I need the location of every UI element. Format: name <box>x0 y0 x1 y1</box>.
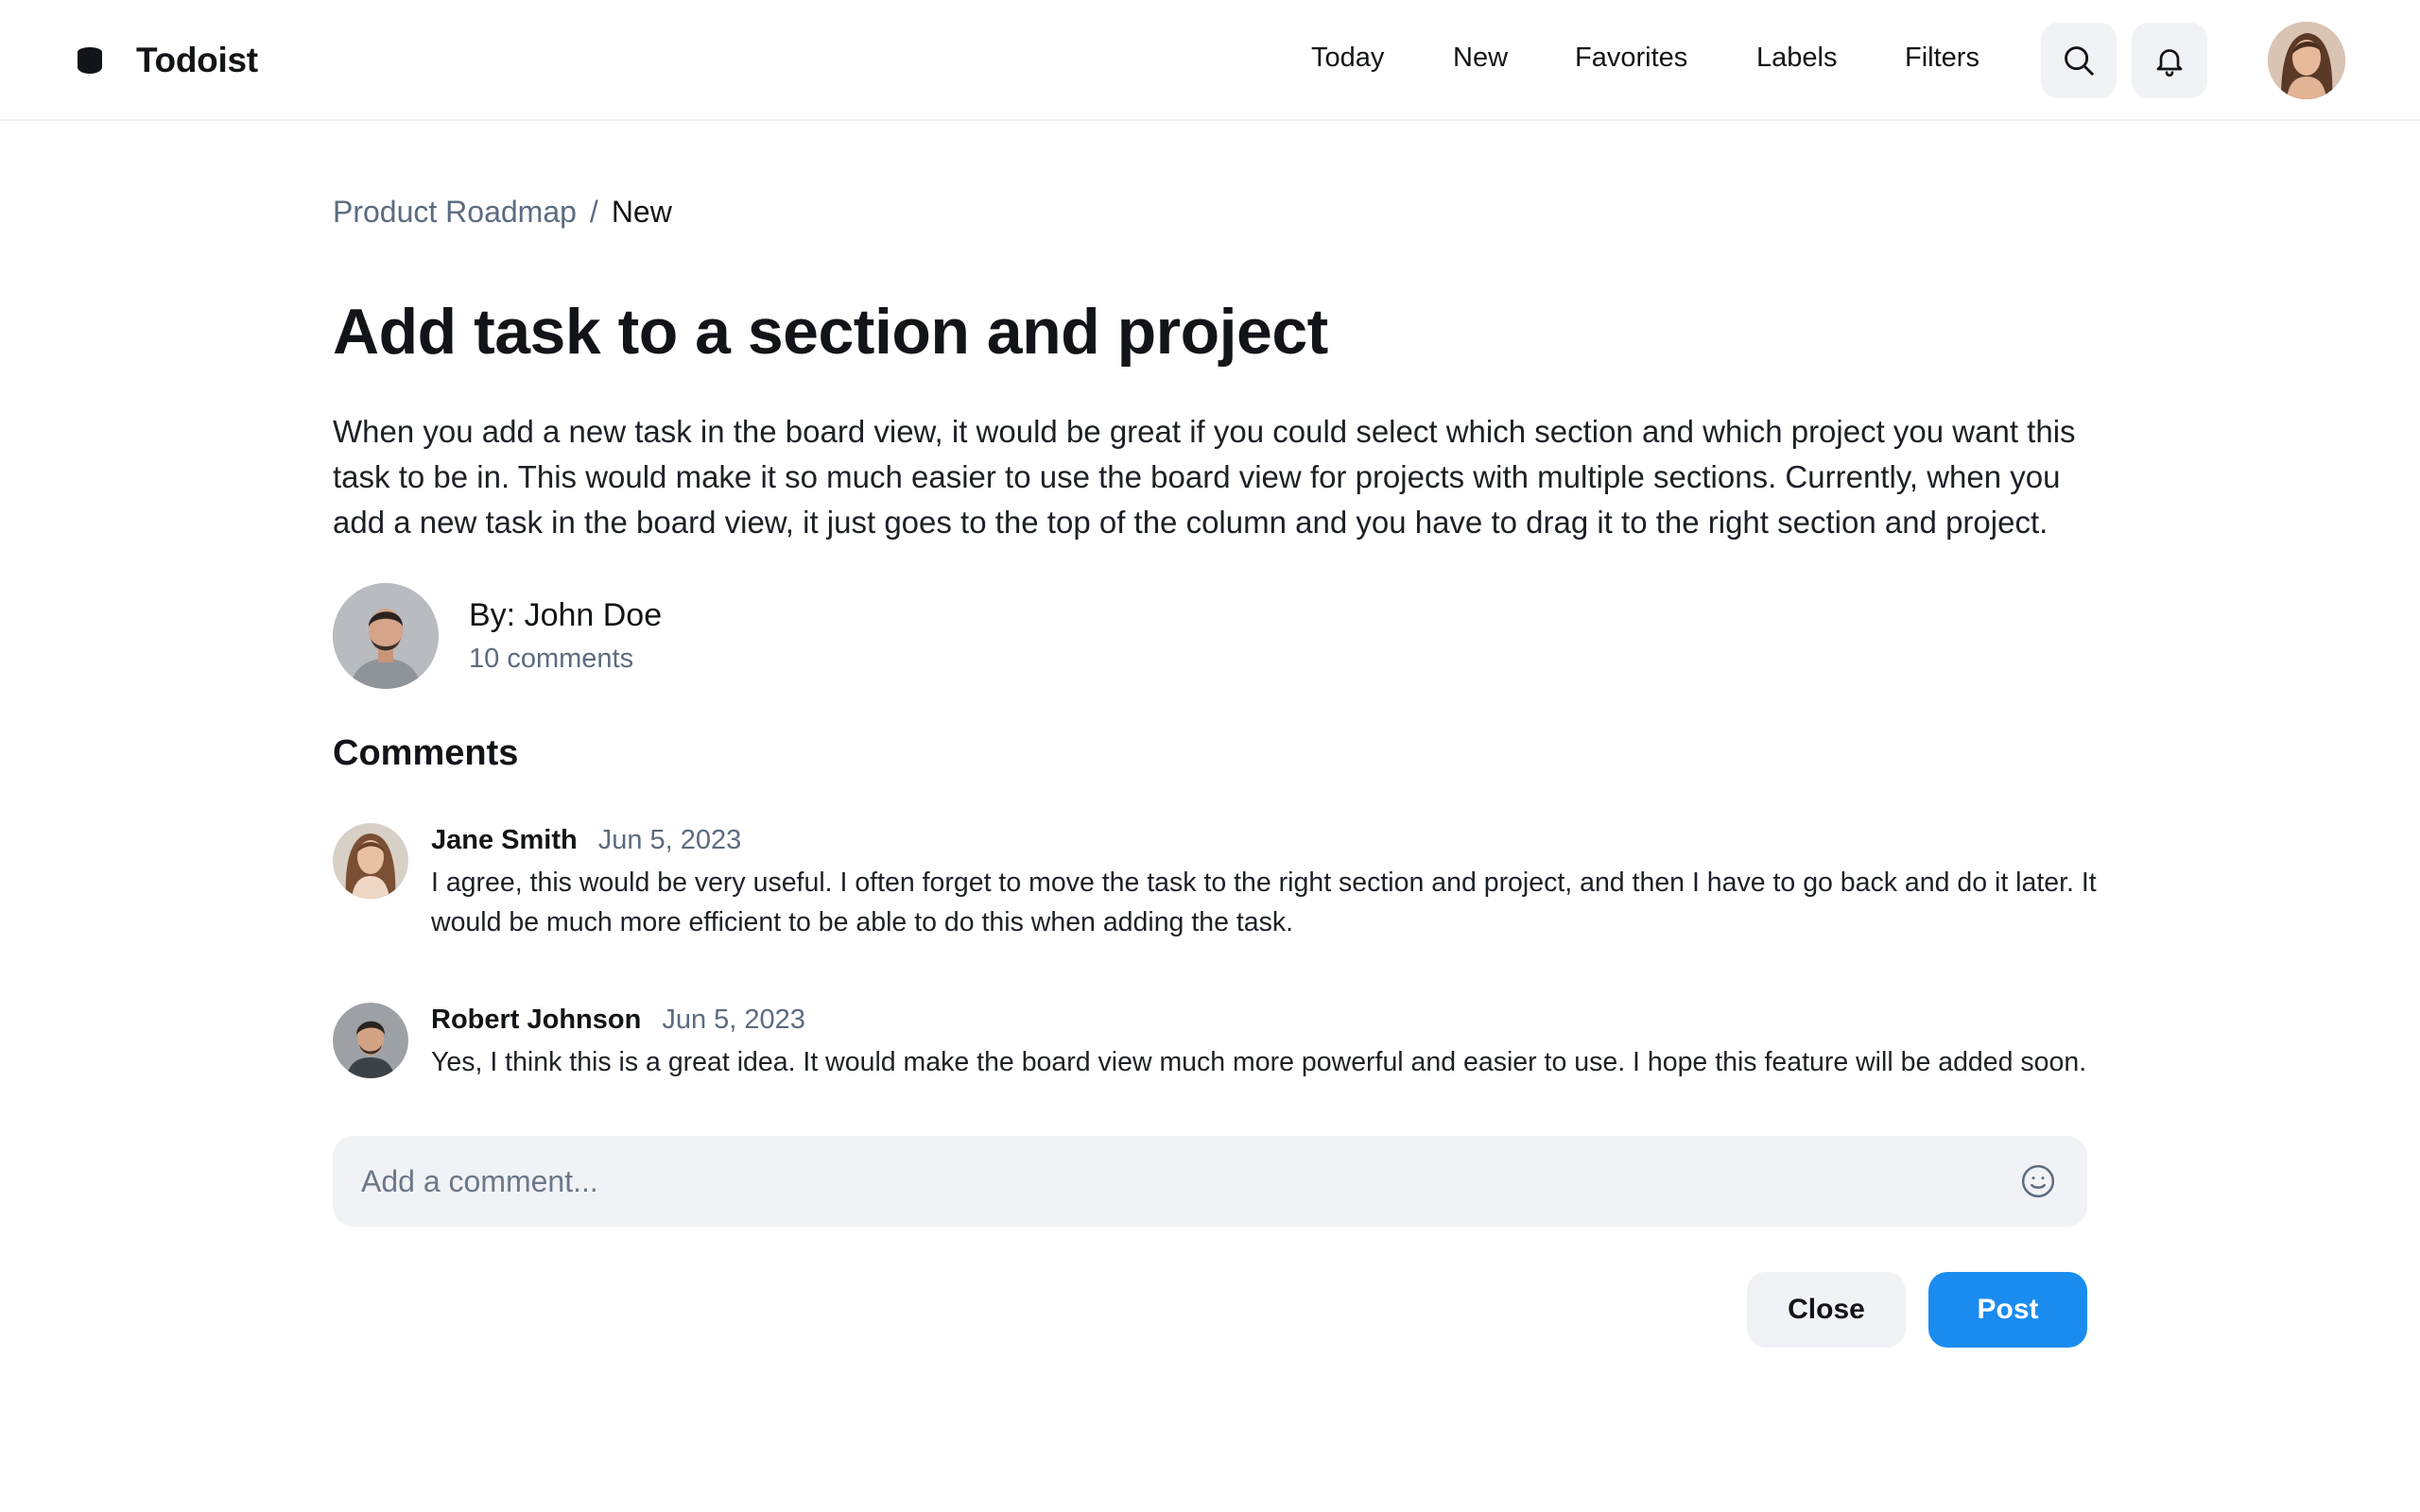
nav-item-labels[interactable]: Labels <box>1756 43 1837 74</box>
database-cylinder-icon <box>78 47 102 74</box>
breadcrumb-parent-link[interactable]: Product Roadmap <box>333 195 577 229</box>
comments-heading: Comments <box>333 733 519 773</box>
emoji-button[interactable] <box>2019 1162 2057 1200</box>
comment-date: Jun 5, 2023 <box>662 1005 805 1035</box>
nav-item-today[interactable]: Today <box>1311 43 1384 74</box>
notifications-button[interactable] <box>2132 23 2207 98</box>
search-button[interactable] <box>2041 23 2117 98</box>
smiley-icon <box>2021 1164 2055 1198</box>
post-button[interactable]: Post <box>1928 1272 2087 1348</box>
comment-text: Yes, I think this is a great idea. It wo… <box>431 1047 2087 1077</box>
breadcrumb-current: New <box>611 195 672 229</box>
post-description: When you add a new task in the board vie… <box>333 414 2076 540</box>
commenter-avatar[interactable] <box>333 1003 408 1078</box>
comment-date: Jun 5, 2023 <box>597 825 742 855</box>
comment-composer <box>333 1136 2087 1227</box>
top-navbar: Todoist Today New Favorites Labels Filte… <box>0 0 2420 121</box>
author-name[interactable]: By: John Doe <box>469 597 662 634</box>
brand[interactable]: Todoist <box>78 0 258 121</box>
nav-item-filters[interactable]: Filters <box>1905 43 1979 74</box>
comment-count[interactable]: 10 comments <box>469 644 633 675</box>
app-name: Todoist <box>136 41 258 79</box>
nav-item-new[interactable]: New <box>1453 43 1508 74</box>
commenter-avatar[interactable] <box>333 823 408 899</box>
comment-author[interactable]: Robert Johnson <box>431 1005 641 1035</box>
breadcrumb-separator: / <box>589 195 598 229</box>
breadcrumb: Product Roadmap / New <box>333 195 672 230</box>
nav-item-favorites[interactable]: Favorites <box>1575 43 1687 74</box>
user-avatar[interactable] <box>2268 22 2345 99</box>
page-title: Add task to a section and project <box>333 296 1328 368</box>
bell-icon <box>2156 49 2183 77</box>
comment-author[interactable]: Jane Smith <box>431 825 578 855</box>
comment-text: I agree, this would be very useful. I of… <box>431 868 2097 937</box>
close-button[interactable]: Close <box>1747 1272 1906 1348</box>
search-icon <box>2065 46 2094 76</box>
author-avatar[interactable] <box>333 583 439 689</box>
comment-input[interactable] <box>361 1136 1968 1227</box>
